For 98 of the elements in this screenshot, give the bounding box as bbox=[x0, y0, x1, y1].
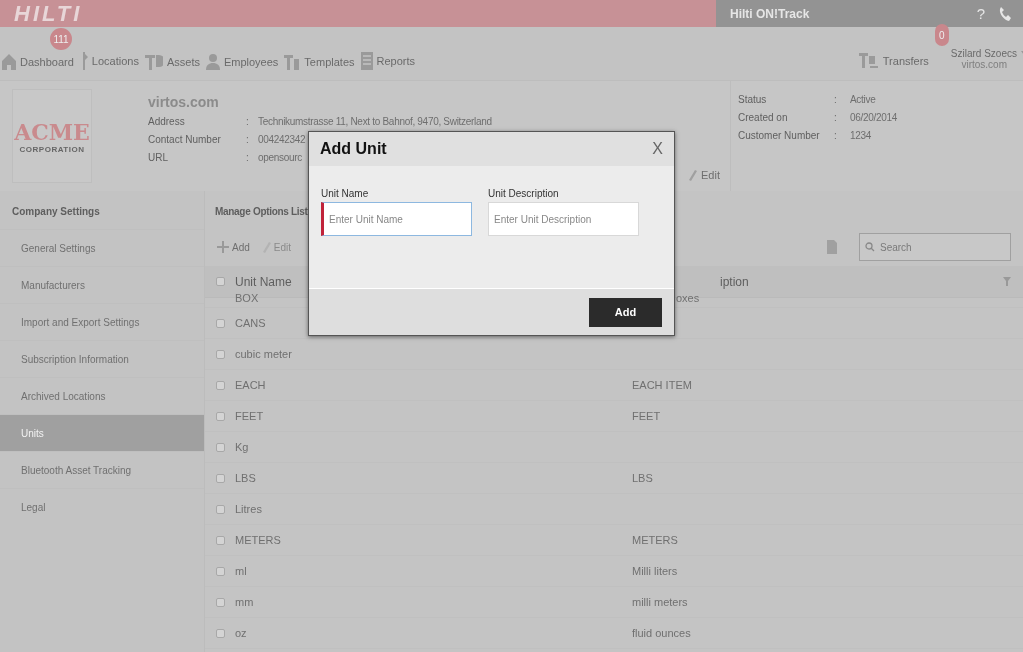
checkbox[interactable] bbox=[216, 473, 225, 483]
template-icon bbox=[284, 54, 301, 70]
field-label: Unit Name bbox=[321, 188, 370, 199]
separator: : bbox=[834, 112, 838, 125]
add-link[interactable]: Add bbox=[217, 241, 250, 253]
checkbox[interactable] bbox=[216, 597, 225, 607]
user-name[interactable]: Szilard Szoecs bbox=[950, 48, 1017, 59]
checkbox[interactable] bbox=[216, 535, 225, 545]
separator: : bbox=[834, 94, 838, 107]
sidebar-title: Company Settings bbox=[11, 205, 101, 219]
field-value: Active bbox=[850, 94, 876, 107]
table-cell-text: BOX bbox=[235, 292, 260, 304]
nav-link[interactable]: Reports bbox=[360, 52, 416, 70]
sidebar-item[interactable]: Subscription Information bbox=[0, 340, 204, 377]
user-company: virtos.com bbox=[961, 59, 1007, 70]
notification-badge: 111 bbox=[50, 28, 72, 50]
logo-subtitle: CORPORATION bbox=[19, 144, 85, 154]
document-icon bbox=[360, 52, 373, 70]
sidebar-item[interactable]: Import and Export Settings bbox=[0, 303, 204, 340]
table-cell-text: ml bbox=[235, 565, 248, 577]
table-cell-text: cubic meter bbox=[235, 348, 293, 360]
nav-link[interactable]: Templates bbox=[284, 54, 355, 70]
checkbox[interactable] bbox=[216, 566, 225, 576]
field-label: Address bbox=[148, 116, 186, 129]
table-cell-text: EACH ITEM bbox=[632, 379, 693, 391]
sidebar-item[interactable]: Units bbox=[0, 414, 204, 451]
export-icon[interactable] bbox=[827, 240, 837, 254]
nav-link[interactable]: Employees bbox=[205, 54, 279, 70]
field-label: Status bbox=[738, 94, 768, 107]
checkbox[interactable] bbox=[216, 277, 225, 286]
table-cell-text: Milli liters bbox=[632, 565, 679, 577]
transfer-icon bbox=[858, 52, 879, 70]
table-cell-text: Kg bbox=[235, 441, 250, 453]
separator: : bbox=[246, 152, 250, 165]
sidebar-item[interactable]: Bluetooth Asset Tracking bbox=[0, 451, 204, 488]
add-button[interactable]: Add bbox=[589, 297, 662, 327]
input-field[interactable]: Enter Unit Description bbox=[488, 202, 639, 236]
table-cell-text: milli meters bbox=[632, 596, 689, 608]
plus-icon bbox=[217, 241, 229, 253]
checkbox[interactable] bbox=[216, 442, 225, 452]
pencil-icon bbox=[688, 169, 697, 181]
table-cell-text: mm bbox=[235, 596, 255, 608]
separator: : bbox=[246, 134, 250, 147]
field-value: Technikumstrasse 11, Next to Bahnof, 9470, Switzerland bbox=[258, 116, 492, 129]
checkbox[interactable] bbox=[216, 349, 225, 359]
logo: HILTI bbox=[14, 0, 83, 27]
checkbox[interactable] bbox=[216, 380, 225, 390]
nav-link[interactable]: Locations bbox=[79, 52, 139, 70]
table-cell-text: Litres bbox=[235, 503, 263, 515]
field-label: Contact Number bbox=[148, 134, 222, 147]
field-value: 004242342 bbox=[258, 134, 306, 147]
table-cell-text: EACH bbox=[235, 379, 267, 391]
help-link[interactable]: ? bbox=[976, 5, 985, 22]
tool-icon bbox=[144, 54, 163, 70]
section-title: Manage Options List bbox=[215, 206, 308, 217]
dialog-title: Add Unit bbox=[320, 140, 387, 158]
input-field[interactable]: Enter Unit Name bbox=[321, 202, 472, 236]
checkbox[interactable] bbox=[216, 411, 225, 421]
close-button[interactable]: X bbox=[652, 140, 663, 158]
separator: : bbox=[246, 116, 250, 129]
field-value: 1234 bbox=[850, 130, 872, 143]
sidebar-item[interactable]: Manufacturers bbox=[0, 266, 204, 303]
checkbox[interactable] bbox=[216, 504, 225, 514]
edit-link[interactable]: Edit bbox=[261, 241, 292, 253]
table-cell-text: LBS bbox=[632, 472, 654, 484]
edit-link[interactable]: Edit bbox=[688, 169, 720, 181]
table-cell-text: CANS bbox=[235, 317, 267, 329]
table-cell-text: METERS bbox=[235, 534, 282, 546]
nav-link[interactable]: Assets bbox=[144, 54, 200, 70]
sidebar-item[interactable]: Legal bbox=[0, 488, 204, 525]
filter-icon[interactable] bbox=[1003, 277, 1011, 286]
checkbox[interactable] bbox=[216, 318, 225, 328]
table-cell-text: oz bbox=[235, 627, 248, 639]
company-name: virtos.com bbox=[148, 94, 220, 110]
column-header[interactable]: iption bbox=[676, 274, 1003, 289]
notification-badge: 0 bbox=[934, 24, 949, 46]
table-cell-text: LBS bbox=[235, 472, 257, 484]
field-label: URL bbox=[148, 152, 169, 165]
phone-icon[interactable] bbox=[999, 6, 1011, 21]
checkbox[interactable] bbox=[216, 628, 225, 638]
app-title: Hilti ON!Track bbox=[730, 6, 811, 21]
sidebar-item[interactable]: General Settings bbox=[0, 229, 204, 266]
table-cell-text: METERS bbox=[632, 534, 679, 546]
table-cell-text: FEET bbox=[632, 410, 662, 422]
table-cell-text: fluid ounces bbox=[632, 627, 692, 639]
field-label: Created on bbox=[738, 112, 789, 125]
table-cell-text: oxes bbox=[675, 292, 701, 304]
logo-wordmark: ACME bbox=[14, 118, 90, 145]
separator: : bbox=[834, 130, 838, 143]
search-field[interactable]: Search bbox=[859, 233, 1011, 261]
person-icon bbox=[205, 54, 220, 70]
table-cell-text: FEET bbox=[235, 410, 265, 422]
field-label: Unit Description bbox=[488, 188, 560, 199]
field-label: Customer Number bbox=[738, 130, 821, 143]
field-value: 06/20/2014 bbox=[850, 112, 898, 125]
home-icon bbox=[2, 54, 16, 70]
field-value: opensourc bbox=[258, 152, 302, 165]
search-icon bbox=[865, 242, 875, 252]
